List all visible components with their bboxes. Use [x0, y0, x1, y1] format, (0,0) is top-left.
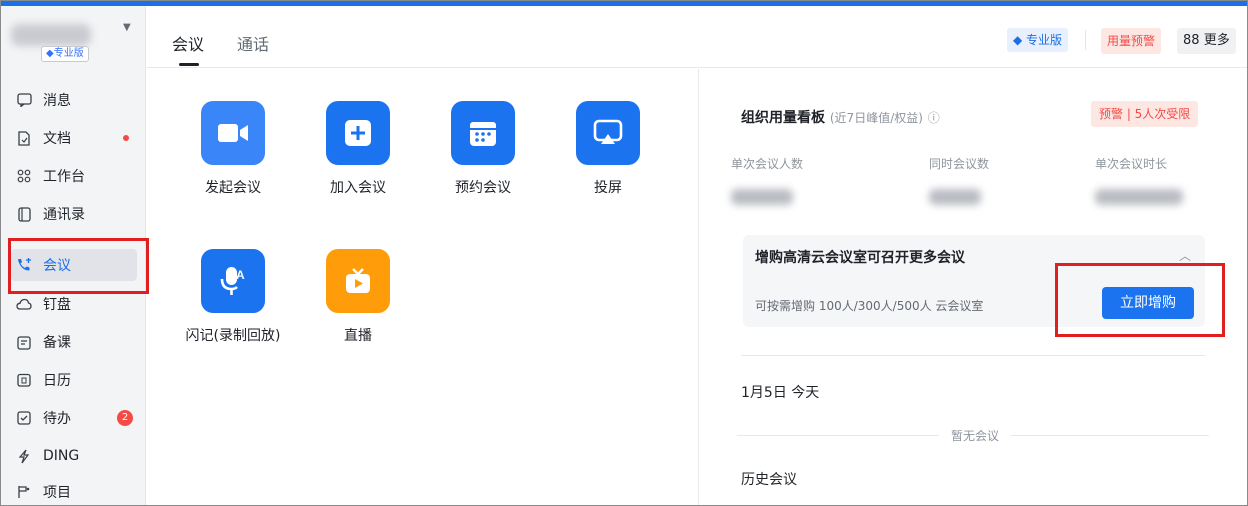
active-tab-indicator — [179, 63, 199, 66]
video-camera-icon — [201, 101, 265, 165]
unread-dot — [123, 135, 129, 141]
sidebar-item-lesson[interactable]: 备课 — [11, 326, 137, 358]
pro-badge-label: 专业版 — [1026, 33, 1063, 47]
sidebar-item-todo[interactable]: 待办 2 — [11, 402, 137, 434]
today-date: 1月5日 今天 — [741, 385, 820, 401]
lesson-icon — [15, 333, 33, 351]
sidebar-item-label: DING — [43, 448, 80, 464]
calendar-icon — [15, 371, 33, 389]
more-label: 更多 — [1203, 33, 1230, 48]
tab-calls[interactable]: 通话 — [237, 31, 269, 55]
chevron-up-icon[interactable]: ︿ — [1179, 247, 1191, 264]
tab-meetings[interactable]: 会议 — [172, 31, 204, 55]
chat-bubble-icon — [15, 91, 33, 109]
app-label: 发起会议 — [205, 180, 261, 196]
screen-cast-app[interactable]: 投屏 — [558, 101, 658, 197]
sidebar-item-calendar[interactable]: 日历 — [11, 364, 137, 396]
pro-edition-badge[interactable]: ◆ 专业版 — [1007, 28, 1069, 52]
svg-text:A: A — [236, 268, 245, 282]
calendar-schedule-icon — [451, 101, 515, 165]
app-label: 闪记(录制回放) — [185, 328, 281, 344]
sidebar-item-label: 钉盘 — [43, 297, 71, 313]
schedule-meeting-app[interactable]: 预约会议 — [433, 101, 533, 197]
board-subtitle: (近7日峰值/权益) — [829, 111, 923, 125]
ding-icon — [15, 447, 33, 465]
meeting-apps: 发起会议 加入会议 预约会议 投屏 A 闪记(录制回放) 直播 — [147, 69, 697, 505]
screen-cast-icon — [576, 101, 640, 165]
metric-value-blurred — [1095, 189, 1183, 205]
metric-label: 单次会议时长 — [1095, 157, 1168, 171]
app-window: ▼ ◆专业版 消息 文档 工作台 通讯录 会议 钉盘 备课 日历 待办 2 DI… — [0, 0, 1248, 506]
todo-count-badge: 2 — [117, 410, 133, 426]
usage-warning-button[interactable]: 用量预警 — [1101, 28, 1162, 54]
divider — [741, 355, 1205, 356]
header: 会议 通话 ◆ 专业版 用量预警 88 更多 — [147, 6, 1247, 68]
sidebar-item-contacts[interactable]: 通讯录 — [11, 198, 137, 230]
contacts-icon — [15, 205, 33, 223]
plan-badge: ◆专业版 — [41, 46, 89, 62]
start-meeting-app[interactable]: 发起会议 — [183, 101, 283, 197]
grid-icon: 88 — [1183, 33, 1204, 48]
empty-meetings-text: 暂无会议 — [939, 427, 1012, 444]
diamond-icon: ◆ — [46, 48, 54, 59]
sidebar-item-label: 通讯录 — [43, 207, 85, 223]
sidebar-item-label: 文档 — [43, 131, 71, 147]
sidebar-item-docs[interactable]: 文档 — [11, 122, 137, 154]
avatar — [11, 24, 91, 46]
sidebar-item-label: 消息 — [43, 93, 71, 109]
sidebar-item-workbench[interactable]: 工作台 — [11, 160, 137, 192]
sidebar-item-label: 备课 — [43, 335, 71, 351]
metric-value-blurred — [929, 189, 981, 205]
chevron-down-icon[interactable]: ▼ — [123, 22, 131, 33]
plus-icon — [326, 101, 390, 165]
grid-icon — [15, 167, 33, 185]
plan-badge-label: 专业版 — [53, 48, 84, 59]
app-label: 投屏 — [594, 180, 622, 196]
join-meeting-app[interactable]: 加入会议 — [308, 101, 408, 197]
sidebar-item-label: 工作台 — [43, 169, 85, 185]
sidebar-item-label: 待办 — [43, 411, 71, 427]
history-meetings-link[interactable]: 历史会议 — [741, 469, 797, 489]
sidebar: ▼ ◆专业版 消息 文档 工作台 通讯录 会议 钉盘 备课 日历 待办 2 DI… — [1, 6, 149, 505]
board-title-text: 组织用量看板 — [741, 110, 825, 126]
todo-icon — [15, 409, 33, 427]
promo-title: 增购高清云会议室可召开更多会议 — [755, 250, 965, 266]
cloud-drive-icon — [15, 295, 33, 313]
sidebar-item-label: 项目 — [43, 485, 71, 501]
voice-record-app[interactable]: A 闪记(录制回放) — [183, 249, 283, 345]
project-icon — [15, 483, 33, 501]
highlight-box-buy-button — [1055, 263, 1225, 337]
more-button[interactable]: 88 更多 — [1177, 28, 1236, 54]
promo-description: 可按需增购 100人/300人/500人 云会议室 — [755, 299, 984, 313]
live-tv-icon — [326, 249, 390, 313]
sidebar-item-label: 日历 — [43, 373, 71, 389]
sidebar-item-ding[interactable]: DING — [11, 440, 137, 472]
highlight-box-meetings — [8, 238, 149, 294]
metric-label: 单次会议人数 — [731, 157, 804, 171]
voice-record-icon: A — [201, 249, 265, 313]
header-divider — [1085, 30, 1086, 50]
diamond-icon: ◆ — [1013, 33, 1027, 47]
document-icon — [15, 129, 33, 147]
metric-label: 同时会议数 — [929, 157, 990, 171]
profile-switcher[interactable]: ▼ ◆专业版 — [11, 18, 136, 68]
live-stream-app[interactable]: 直播 — [308, 249, 408, 345]
right-panel: 组织用量看板 (近7日峰值/权益) ⓘ 预警 | 5人次受限 单次会议人数 同时… — [698, 69, 1247, 505]
metric-value-blurred — [731, 189, 793, 205]
sidebar-item-project[interactable]: 项目 — [11, 476, 137, 505]
usage-alert-badge[interactable]: 预警 | 5人次受限 — [1091, 101, 1199, 127]
info-icon[interactable]: ⓘ — [928, 111, 940, 125]
usage-board-title: 组织用量看板 (近7日峰值/权益) ⓘ — [741, 107, 940, 127]
app-label: 直播 — [344, 328, 372, 344]
app-label: 预约会议 — [455, 180, 511, 196]
sidebar-item-messages[interactable]: 消息 — [11, 84, 137, 116]
app-label: 加入会议 — [330, 180, 386, 196]
